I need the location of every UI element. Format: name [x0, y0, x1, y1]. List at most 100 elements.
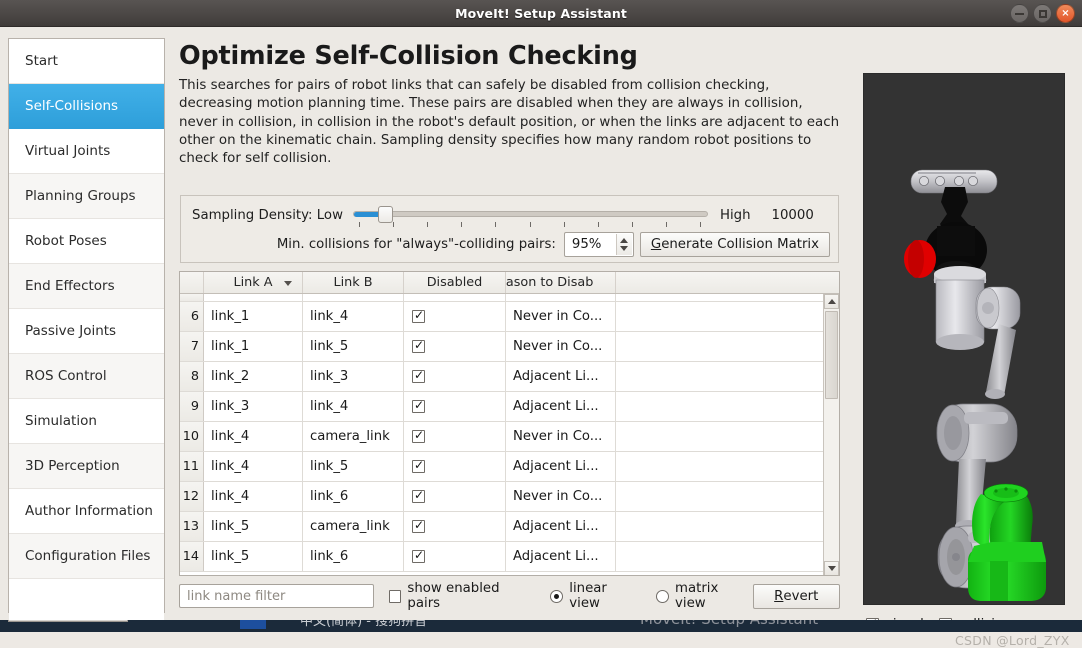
- sidebar-item-configuration-files[interactable]: Configuration Files: [9, 534, 164, 579]
- window-titlebar: MoveIt! Setup Assistant ×: [0, 0, 1082, 27]
- desktop-taskbar: 中文(简体) - 搜狗拼音 MoveIt! Setup Assistant: [0, 620, 1082, 632]
- cell-disabled[interactable]: [404, 362, 506, 391]
- spinner-arrows[interactable]: [615, 233, 632, 255]
- checkbox-icon[interactable]: [388, 589, 402, 603]
- taskbar-ime-text: 中文(简体) - 搜狗拼音: [300, 620, 428, 629]
- table-row[interactable]: 11link_4link_5 Adjacent Li...: [180, 452, 825, 482]
- table-row[interactable]: 7link_1link_5 Never in Co...: [180, 332, 825, 362]
- checkbox-checked-icon[interactable]: [412, 518, 425, 533]
- close-button[interactable]: ×: [1056, 4, 1075, 23]
- radio-unselected-icon[interactable]: [656, 589, 669, 603]
- show-enabled-pairs-label: show enabled pairs: [407, 581, 500, 611]
- cell-filler: [616, 294, 825, 301]
- maximize-button[interactable]: [1033, 4, 1052, 23]
- main-panel: Optimize Self-Collision Checking This se…: [173, 27, 853, 632]
- red-marker: [904, 240, 936, 278]
- sampling-density-value: 10000: [771, 207, 814, 223]
- slider-handle[interactable]: [377, 206, 393, 223]
- cell-reason: Never in Co...: [506, 422, 616, 451]
- sampling-density-group: Sampling Density: Low High 10000 Min. co…: [180, 195, 839, 263]
- table-row[interactable]: 6link_1link_4 Never in Co...: [180, 302, 825, 332]
- matrix-view-radio[interactable]: matrix view: [656, 581, 752, 611]
- sidebar-item-passive-joints[interactable]: Passive Joints: [9, 309, 164, 354]
- window-title: MoveIt! Setup Assistant: [455, 5, 627, 21]
- table-header-link-a-label: Link A: [233, 275, 273, 290]
- cell-disabled[interactable]: [404, 452, 506, 481]
- checkbox-checked-icon[interactable]: [412, 428, 425, 443]
- table-row[interactable]: 8link_2link_3 Adjacent Li...: [180, 362, 825, 392]
- sidebar-item-label: End Effectors: [25, 278, 115, 294]
- filter-placeholder: link name filter: [187, 588, 286, 604]
- cell-disabled[interactable]: [404, 392, 506, 421]
- checkbox-checked-icon[interactable]: [412, 458, 425, 473]
- sidebar-item-simulation[interactable]: Simulation: [9, 399, 164, 444]
- scrollbar-thumb[interactable]: [825, 311, 838, 399]
- sampling-density-slider[interactable]: [352, 203, 708, 227]
- table-row-partial: [180, 294, 825, 302]
- sidebar-item-start[interactable]: Start: [9, 39, 164, 84]
- chevron-down-icon[interactable]: [620, 245, 629, 251]
- linear-view-radio[interactable]: linear view: [550, 581, 641, 611]
- sidebar-item-robot-poses[interactable]: Robot Poses: [9, 219, 164, 264]
- cell-link-a: link_1: [204, 332, 303, 361]
- sidebar-spacer: [9, 579, 164, 623]
- table-vertical-scrollbar[interactable]: [823, 294, 839, 575]
- minimize-button[interactable]: [1010, 4, 1029, 23]
- table-header-disabled[interactable]: Disabled: [404, 272, 506, 293]
- checkbox-checked-icon[interactable]: [412, 368, 425, 383]
- table-header-link-b[interactable]: Link B: [303, 272, 404, 293]
- table-header-link-a[interactable]: Link A: [204, 272, 303, 293]
- checkbox-checked-icon[interactable]: [412, 398, 425, 413]
- cell-disabled[interactable]: [404, 512, 506, 541]
- checkbox-checked-icon[interactable]: [412, 488, 425, 503]
- cell-filler: [616, 542, 825, 571]
- generate-collision-matrix-button[interactable]: Generate Collision Matrix: [639, 231, 830, 257]
- cell-disabled[interactable]: [404, 422, 506, 451]
- min-collisions-value: 95%: [571, 236, 602, 252]
- sidebar-item-ros-control[interactable]: ROS Control: [9, 354, 164, 399]
- cell-disabled[interactable]: [404, 542, 506, 571]
- row-number: 8: [180, 362, 204, 391]
- sidebar-item-author-information[interactable]: Author Information: [9, 489, 164, 534]
- cell-reason: Adjacent Li...: [506, 512, 616, 541]
- row-number: 9: [180, 392, 204, 421]
- cell-disabled[interactable]: [404, 332, 506, 361]
- link-name-filter-input[interactable]: link name filter: [179, 584, 374, 608]
- taskbar-item[interactable]: [8, 620, 128, 622]
- scroll-up-button[interactable]: [824, 294, 839, 309]
- row-number: 12: [180, 482, 204, 511]
- cell-link-a: link_4: [204, 422, 303, 451]
- table-row[interactable]: 9link_3link_4 Adjacent Li...: [180, 392, 825, 422]
- table-row[interactable]: 14link_5link_6 Adjacent Li...: [180, 542, 825, 572]
- window-controls: ×: [1010, 4, 1075, 23]
- taskbar-ime-icon[interactable]: [240, 620, 266, 629]
- checkbox-checked-icon[interactable]: [412, 308, 425, 323]
- sidebar-item-self-collisions[interactable]: Self-Collisions: [9, 84, 164, 129]
- min-collisions-spinbox[interactable]: 95%: [563, 231, 634, 257]
- table-header-reason[interactable]: eason to Disab: [506, 272, 616, 293]
- table-row[interactable]: 12link_4link_6 Never in Co...: [180, 482, 825, 512]
- chevron-up-icon[interactable]: [620, 237, 629, 243]
- sidebar-item-3d-perception[interactable]: 3D Perception: [9, 444, 164, 489]
- cell-disabled[interactable]: [404, 482, 506, 511]
- sidebar-item-planning-groups[interactable]: Planning Groups: [9, 174, 164, 219]
- revert-button[interactable]: Revert: [752, 583, 840, 609]
- sidebar-item-virtual-joints[interactable]: Virtual Joints: [9, 129, 164, 174]
- checkbox-checked-icon[interactable]: [412, 548, 425, 563]
- generate-button-label: enerate Collision Matrix: [661, 236, 819, 252]
- cell-disabled[interactable]: [404, 302, 506, 331]
- scroll-down-button[interactable]: [824, 561, 839, 575]
- robot-3d-viewport[interactable]: [863, 73, 1065, 605]
- radio-selected-icon[interactable]: [550, 589, 564, 603]
- checkbox-checked-icon[interactable]: [412, 338, 425, 353]
- show-enabled-pairs-checkbox[interactable]: show enabled pairs: [388, 581, 536, 611]
- cell-reason: Adjacent Li...: [506, 392, 616, 421]
- cell-filler: [616, 302, 825, 331]
- joint-5-housing: [975, 286, 1021, 330]
- table-row[interactable]: 13link_5camera_link Adjacent Li...: [180, 512, 825, 542]
- table-row[interactable]: 10link_4camera_link Never in Co...: [180, 422, 825, 452]
- cell-filler: [616, 482, 825, 511]
- sidebar-item-end-effectors[interactable]: End Effectors: [9, 264, 164, 309]
- table-header-disabled-label: Disabled: [426, 275, 483, 290]
- cell-link-a: link_1: [204, 302, 303, 331]
